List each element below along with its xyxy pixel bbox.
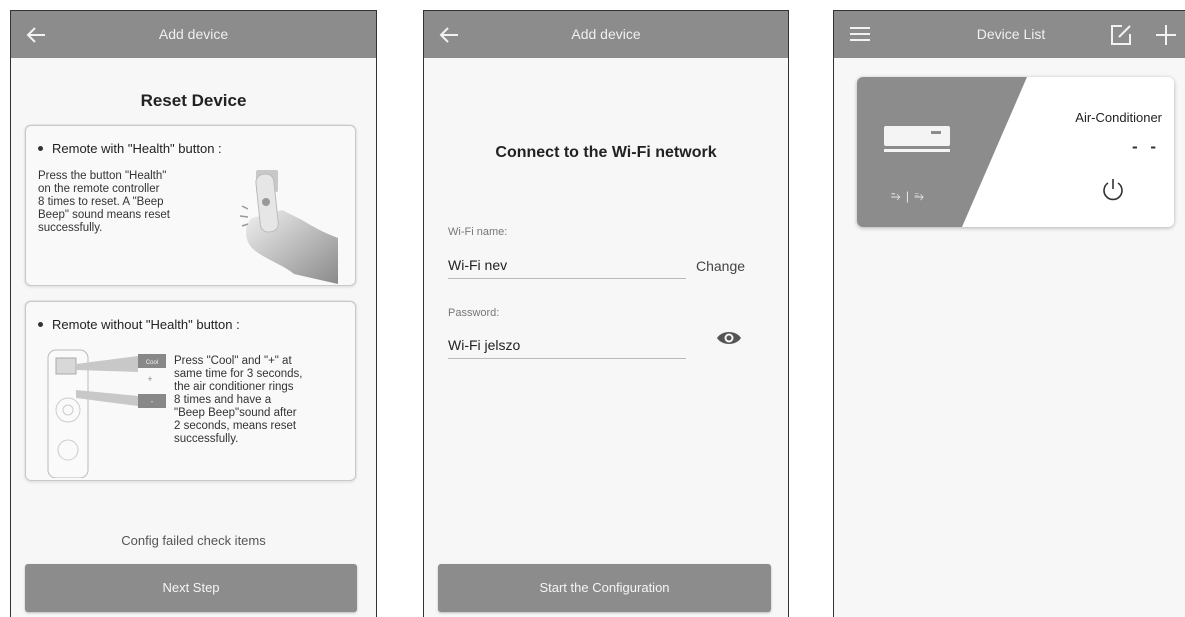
password-label: Password: xyxy=(448,307,500,319)
password-field[interactable]: Wi-Fi jelszo xyxy=(448,334,686,359)
device-name: Air-Conditioner xyxy=(1075,110,1162,125)
remote-cool-label: Cool xyxy=(146,360,158,366)
card-title-text: Remote without "Health" button : xyxy=(52,317,240,332)
card-title: Remote with "Health" button : xyxy=(38,141,222,156)
card-title: Remote without "Health" button : xyxy=(38,317,240,332)
page-heading: Connect to the Wi-Fi network xyxy=(495,144,717,161)
bullet-icon xyxy=(38,146,43,152)
power-icon[interactable] xyxy=(1101,177,1125,201)
card-title-text: Remote with "Health" button : xyxy=(52,141,222,156)
reset-device-screen: Add device Reset Device Remote with "Hea… xyxy=(10,10,377,617)
edit-icon[interactable] xyxy=(1110,24,1132,46)
page-heading: Reset Device xyxy=(140,91,247,110)
device-card[interactable]: ⥲ | ⥱ Air-Conditioner - - xyxy=(857,77,1174,227)
health-button-instructions-card: Remote with "Health" button : Press the … xyxy=(25,125,356,286)
screen-title: Add device xyxy=(571,26,641,42)
wifi-config-screen: Add device Connect to the Wi-Fi network … xyxy=(423,10,789,617)
hand-remote-illustration xyxy=(239,170,338,284)
air-conditioner-icon xyxy=(884,126,950,152)
top-bar: Device List xyxy=(834,11,1185,58)
top-bar: Add device xyxy=(424,11,788,58)
card-instructions: Press "Cool" and "+" at same time for 3 … xyxy=(174,355,303,445)
device-list-screen: Device List ⥲ | ⥱ Air-Conditioner - - xyxy=(833,10,1185,617)
remote-minus-label: - xyxy=(151,397,154,406)
config-failed-link[interactable]: Config failed check items xyxy=(11,533,376,548)
no-health-button-instructions-card: Remote without "Health" button : Cool + … xyxy=(25,301,356,481)
wifi-name-label: Wi-Fi name: xyxy=(448,226,508,238)
change-wifi-button[interactable]: Change xyxy=(696,258,745,274)
start-configuration-button[interactable]: Start the Configuration xyxy=(438,564,771,612)
screen-title: Add device xyxy=(158,26,229,42)
plus-icon[interactable] xyxy=(1154,23,1178,47)
bullet-icon xyxy=(38,322,43,328)
top-bar: Add device xyxy=(11,11,376,58)
remote-plus-label: + xyxy=(147,374,152,384)
remote-buttons-illustration: Cool + - xyxy=(47,349,166,478)
card-instructions: Press the button "Health" on the remote … xyxy=(38,170,170,234)
mode-icons: ⥲ | ⥱ xyxy=(891,189,925,203)
device-status: - - xyxy=(1131,137,1160,156)
wifi-name-field[interactable]: Wi-Fi nev xyxy=(448,254,686,279)
eye-icon[interactable] xyxy=(716,329,742,347)
screen-title: Device List xyxy=(976,26,1046,42)
next-step-button[interactable]: Next Step xyxy=(25,564,357,612)
